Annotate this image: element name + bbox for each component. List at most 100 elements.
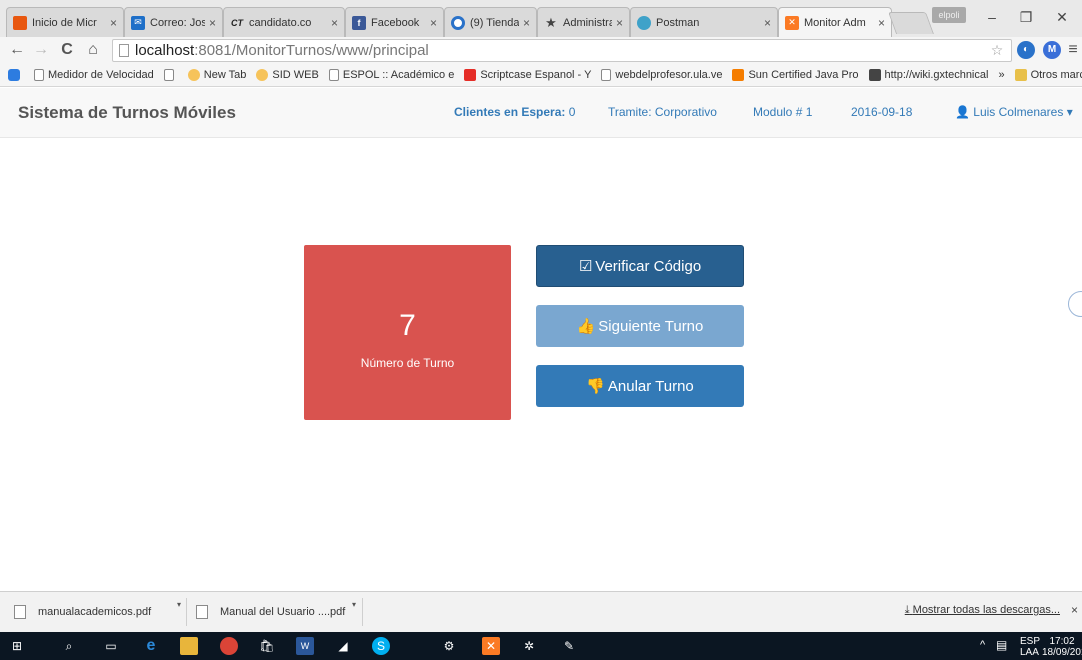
download-options-icon[interactable]: ▾ (352, 600, 356, 609)
forward-icon[interactable]: → (32, 40, 50, 60)
tab-administrador[interactable]: ★ Administrado × (537, 7, 630, 37)
folder-icon (1014, 69, 1027, 81)
back-icon[interactable]: ← (8, 40, 26, 60)
close-icon[interactable]: × (331, 16, 338, 30)
bookmark-webdelprofesor[interactable]: webdelprofesor.ula.ve (601, 69, 722, 81)
tab-tienda[interactable]: (9) Tienda virt × (444, 7, 537, 37)
close-icon[interactable]: × (878, 16, 885, 30)
close-icon[interactable]: × (764, 16, 771, 30)
tab-facebook[interactable]: f Facebook × (345, 7, 444, 37)
modulo-info: Modulo # 1 (753, 105, 813, 119)
tab-correo[interactable]: ✉ Correo: Jose F × (124, 7, 223, 37)
bookmark-sid-web[interactable]: SID WEB (256, 69, 319, 81)
clients-waiting: Clientes en Espera: 0 (454, 105, 575, 119)
page-icon (34, 69, 44, 81)
bookmark-otros-marcadores[interactable]: Otros marcadores (1014, 69, 1082, 81)
close-icon[interactable]: × (616, 16, 623, 30)
show-all-downloads-link[interactable]: ⤓ Mostrar todas las descargas... (905, 604, 1060, 617)
turn-number-card: 7 Número de Turno (304, 245, 511, 420)
m-extension-icon[interactable]: M (1043, 41, 1061, 59)
home-icon[interactable]: ⌂ (84, 40, 102, 60)
tramite-info: Tramite: Corporativo (608, 105, 717, 119)
bookmark-sun-java[interactable]: Sun Certified Java Pro (732, 69, 859, 81)
app-brand[interactable]: Sistema de Turnos Móviles (18, 103, 236, 123)
tab-inicio[interactable]: Inicio de Micr × (6, 7, 124, 37)
tray-chevron-icon[interactable]: ^ (980, 639, 985, 651)
bookmark-medidor[interactable]: Medidor de Velocidad (34, 69, 154, 81)
tab-candidato[interactable]: CT candidato.co × (223, 7, 345, 37)
orange-circle-icon (256, 69, 269, 81)
url-host: localhost (135, 42, 195, 59)
profile-badge[interactable]: elpoli (932, 7, 966, 23)
tab-monitor-admin[interactable]: ✕ Monitor Adm × (778, 7, 892, 37)
download-item[interactable]: Manual del Usuario ....pdf (196, 600, 345, 624)
minimize-icon[interactable]: – (982, 9, 1002, 25)
bookmark-espol[interactable]: ESPOL :: Académico e (328, 69, 454, 81)
bookmark-blank[interactable] (163, 69, 178, 81)
dropbox-icon[interactable] (8, 69, 24, 81)
bookmark-gxtechnical[interactable]: http://wiki.gxtechnical (868, 69, 988, 81)
windows-start-icon[interactable]: ⊞ (8, 637, 26, 655)
reload-icon[interactable]: C (58, 40, 76, 60)
star-icon: ★ (545, 14, 557, 30)
next-turn-button[interactable]: 👍 Siguiente Turno (536, 305, 744, 347)
clock[interactable]: 17:0218/09/2016 (1042, 636, 1082, 658)
page-icon (601, 69, 612, 81)
restore-icon[interactable]: ❐ (1016, 9, 1036, 26)
browser-tab-strip: Inicio de Micr × ✉ Correo: Jose F × CT c… (0, 0, 1082, 37)
download-options-icon[interactable]: ▾ (177, 600, 181, 609)
bookmarks-overflow[interactable]: » (998, 69, 1004, 81)
edge-icon[interactable]: e (142, 637, 160, 655)
bookmark-star-icon[interactable]: ☆ (988, 40, 1006, 60)
facebook-icon: f (352, 15, 366, 30)
thumbs-down-icon: 👎 (586, 378, 605, 395)
gear-icon[interactable]: ✲ (520, 637, 538, 655)
chrome-icon[interactable] (220, 637, 238, 655)
loading-icon (451, 15, 465, 30)
window-close-icon[interactable]: ✕ (1052, 9, 1072, 26)
postman-icon (637, 15, 651, 30)
menu-icon[interactable]: ≡ (1064, 40, 1082, 60)
close-icon[interactable]: × (430, 16, 437, 30)
task-view-icon[interactable]: ▭ (102, 637, 120, 655)
app-icon[interactable]: ◢ (334, 637, 352, 655)
close-shelf-icon[interactable]: × (1071, 603, 1078, 617)
settings-gear-icon[interactable]: ⚙ (440, 637, 458, 655)
app-navbar: Sistema de Turnos Móviles Clientes en Es… (0, 88, 1082, 138)
download-item[interactable]: manualacademicos.pdf (14, 600, 151, 624)
bookmark-scriptcase[interactable]: Scriptcase Espanol - Y (464, 69, 591, 81)
xampp-icon[interactable]: ✕ (482, 637, 500, 655)
separator (186, 598, 187, 626)
word-icon[interactable]: W (296, 637, 314, 655)
close-icon[interactable]: × (523, 16, 530, 30)
cancel-turn-button[interactable]: 👎 Anular Turno (536, 365, 744, 407)
extension-icon[interactable]: ◐ (1017, 41, 1035, 59)
page-icon (328, 69, 339, 81)
paint-icon[interactable]: ✎ (560, 637, 578, 655)
xampp-icon: ✕ (785, 15, 799, 30)
bookmark-new-tab[interactable]: New Tab (187, 69, 246, 81)
file-explorer-icon[interactable] (180, 637, 198, 655)
side-toggle-icon[interactable] (1068, 291, 1082, 317)
caret-down-icon: ▾ (1066, 105, 1073, 119)
user-menu[interactable]: 👤 Luis Colmenares ▾ (955, 105, 1073, 119)
skype-icon[interactable]: S (372, 637, 390, 655)
address-bar[interactable]: localhost:8081/MonitorTurnos/www/princip… (112, 39, 1012, 62)
page-icon (163, 69, 174, 81)
language-indicator[interactable]: ESP LAA (1020, 636, 1040, 658)
close-icon[interactable]: × (209, 16, 216, 30)
search-icon[interactable]: ⌕ (60, 637, 78, 655)
user-icon: 👤 (955, 105, 970, 119)
clients-waiting-count: 0 (568, 105, 576, 119)
pdf-file-icon (196, 605, 208, 619)
tab-postman[interactable]: Postman × (630, 7, 778, 37)
pdf-file-icon (14, 605, 26, 619)
notification-icon[interactable]: ▤ (996, 638, 1007, 652)
clients-waiting-label: Clientes en Espera: (454, 105, 566, 119)
close-icon[interactable]: × (110, 16, 117, 30)
new-tab-button[interactable] (887, 12, 935, 34)
downloads-shelf: manualacademicos.pdf ▾ Manual del Usuari… (0, 591, 1082, 632)
ct-icon: CT (231, 17, 243, 28)
verify-code-button[interactable]: ☑ Verificar Código (536, 245, 744, 287)
store-icon[interactable]: 🛍 (258, 637, 276, 655)
